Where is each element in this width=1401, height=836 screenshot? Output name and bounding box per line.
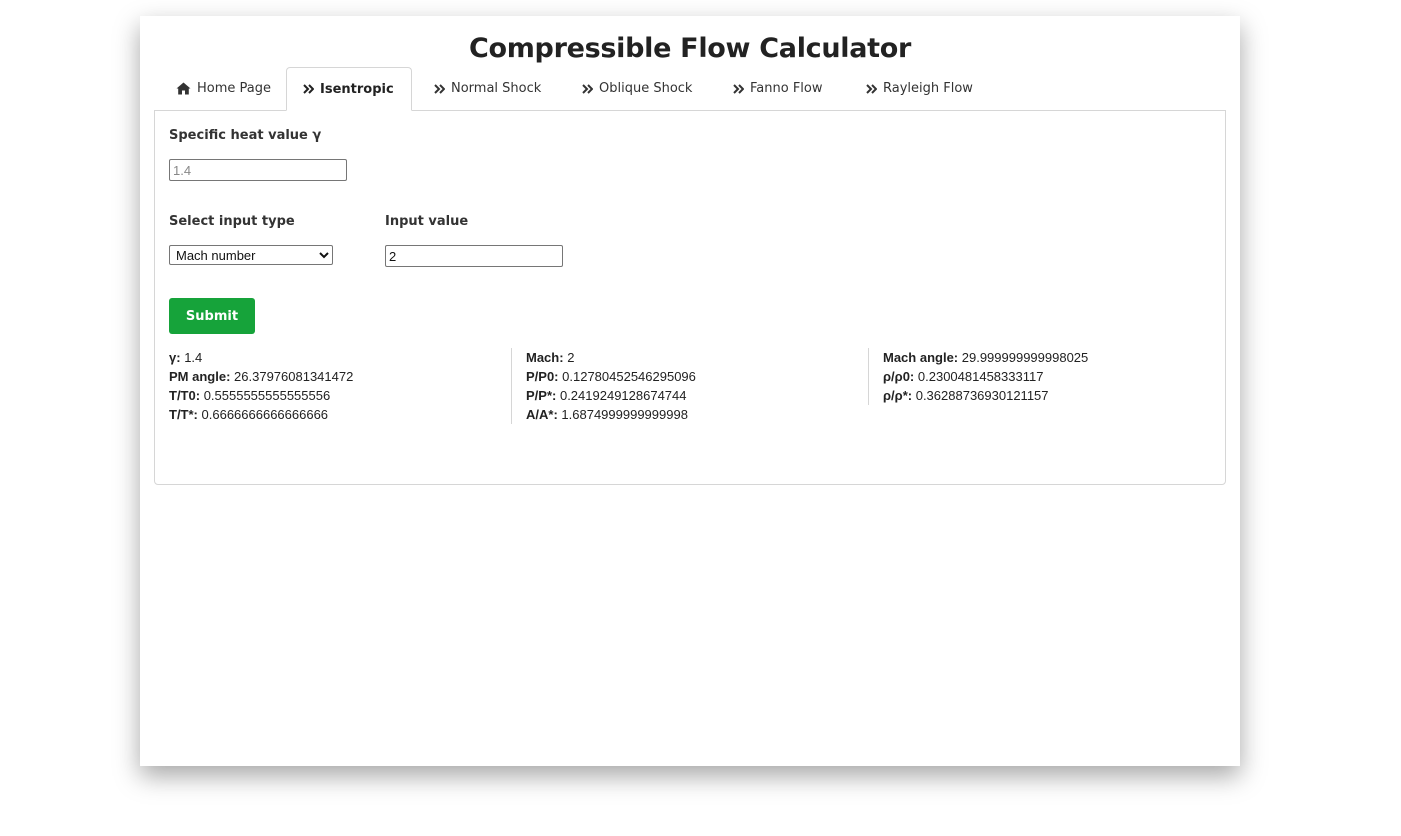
- tab-rayleigh-flow[interactable]: Rayleigh Flow: [850, 67, 989, 110]
- result-row: γ: 1.4: [169, 348, 511, 367]
- tab-oblique-shock[interactable]: Oblique Shock: [566, 67, 708, 110]
- double-chevron-right-icon: [434, 83, 445, 94]
- result-value: 0.36288736930121157: [915, 388, 1049, 403]
- result-key: P/P0:: [526, 369, 559, 384]
- result-key: γ:: [169, 350, 181, 365]
- result-row: P/P0: 0.12780452546295096: [526, 367, 868, 386]
- tab-bar: Home Page Isentropic Normal Shock Obliqu…: [154, 67, 1226, 111]
- result-row: P/P*: 0.2419249128674744: [526, 386, 868, 405]
- result-row: ρ/ρ*: 0.36288736930121157: [883, 386, 1225, 405]
- results-column-1: γ: 1.4 PM angle: 26.37976081341472 T/T0:…: [155, 348, 511, 424]
- tab-home-page[interactable]: Home Page: [160, 67, 287, 110]
- result-value: 1.4: [184, 350, 203, 365]
- tab-normal-shock[interactable]: Normal Shock: [418, 67, 557, 110]
- home-icon: [176, 82, 191, 95]
- double-chevron-right-icon: [866, 83, 877, 94]
- page-title: Compressible Flow Calculator: [468, 33, 912, 64]
- result-key: Mach:: [526, 350, 564, 365]
- result-value: 0.12780452546295096: [562, 369, 696, 384]
- tab-label: Rayleigh Flow: [883, 81, 973, 96]
- result-key: T/T*:: [169, 407, 198, 422]
- result-row: Mach: 2: [526, 348, 868, 367]
- input-type-select[interactable]: Mach number: [169, 245, 333, 265]
- result-value: 0.5555555555555556: [203, 388, 331, 403]
- result-value: 0.2419249128674744: [559, 388, 687, 403]
- results-column-3: Mach angle: 29.999999999998025 ρ/ρ0: 0.2…: [868, 348, 1225, 405]
- input-value-label: Input value: [385, 214, 469, 229]
- result-row: PM angle: 26.37976081341472: [169, 367, 511, 386]
- tab-label: Oblique Shock: [599, 81, 693, 96]
- result-value: 2: [567, 350, 575, 365]
- tab-label: Home Page: [197, 81, 271, 96]
- tab-label: Normal Shock: [451, 81, 542, 96]
- gamma-input[interactable]: [169, 159, 347, 181]
- result-value: 29.999999999998025: [961, 350, 1089, 365]
- result-key: PM angle:: [169, 369, 231, 384]
- result-value: 1.6874999999999998: [561, 407, 688, 422]
- tab-label: Isentropic: [320, 81, 394, 97]
- results-column-2: Mach: 2 P/P0: 0.12780452546295096 P/P*: …: [511, 348, 868, 424]
- input-type-label: Select input type: [169, 214, 295, 229]
- result-row: A/A*: 1.6874999999999998: [526, 405, 868, 424]
- gamma-label: Specific heat value γ: [169, 128, 322, 143]
- result-key: Mach angle:: [883, 350, 959, 365]
- result-key: A/A*:: [526, 407, 558, 422]
- isentropic-panel: Specific heat value γ Select input type …: [154, 110, 1226, 485]
- result-value: 0.2300481458333117: [917, 369, 1044, 384]
- result-key: ρ/ρ*:: [883, 388, 913, 403]
- result-row: ρ/ρ0: 0.2300481458333117: [883, 367, 1225, 386]
- result-key: ρ/ρ0:: [883, 369, 915, 384]
- double-chevron-right-icon: [582, 83, 593, 94]
- input-value-field[interactable]: [385, 245, 563, 267]
- submit-button[interactable]: Submit: [169, 298, 255, 334]
- result-value: 26.37976081341472: [234, 369, 354, 384]
- tab-fanno-flow[interactable]: Fanno Flow: [717, 67, 839, 110]
- result-key: P/P*:: [526, 388, 557, 403]
- result-row: T/T0: 0.5555555555555556: [169, 386, 511, 405]
- double-chevron-right-icon: [303, 84, 314, 94]
- tab-isentropic[interactable]: Isentropic: [286, 67, 412, 111]
- app-window: Compressible Flow Calculator Home Page I…: [140, 16, 1240, 766]
- double-chevron-right-icon: [733, 83, 744, 94]
- tab-label: Fanno Flow: [750, 81, 823, 96]
- result-row: Mach angle: 29.999999999998025: [883, 348, 1225, 367]
- result-key: T/T0:: [169, 388, 201, 403]
- result-value: 0.6666666666666666: [201, 407, 329, 422]
- result-row: T/T*: 0.6666666666666666: [169, 405, 511, 424]
